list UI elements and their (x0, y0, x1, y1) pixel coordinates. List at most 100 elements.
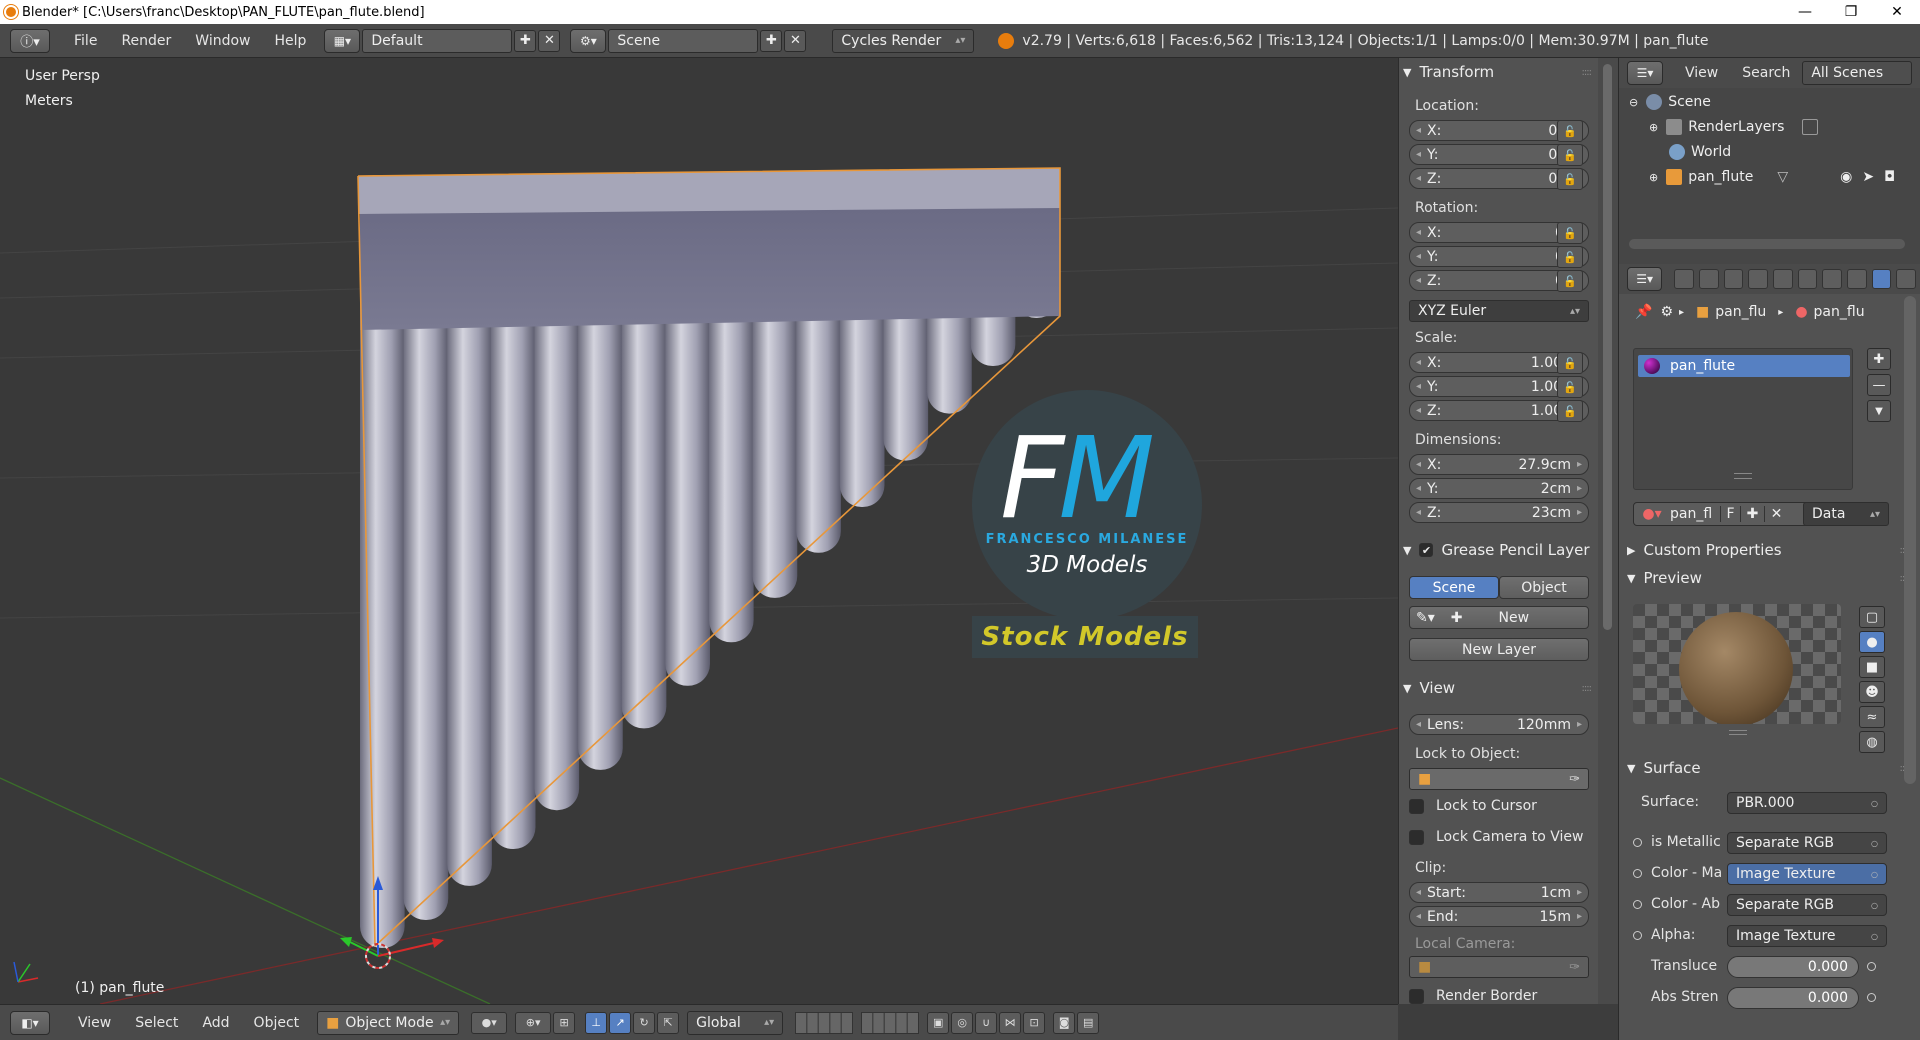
lock-camera-checkbox[interactable]: Lock Camera to View (1409, 829, 1584, 845)
outliner-horizontal-scrollbar[interactable] (1629, 239, 1905, 249)
dimensions-z-field[interactable]: ◂ Z: 23cm ▸ (1409, 502, 1589, 523)
world-tab-icon[interactable] (1748, 269, 1768, 289)
manipulator-toggle-icon[interactable]: ⊥ (585, 1011, 608, 1034)
socket-color-ab-icon[interactable] (1633, 900, 1642, 909)
dimensions-y-field[interactable]: ◂ Y: 2cm ▸ (1409, 478, 1589, 499)
scene-field[interactable]: Scene (608, 28, 759, 53)
visibility-eye-icon[interactable]: ◉ (1840, 169, 1852, 185)
add-layout-icon[interactable]: ✚ (514, 29, 537, 52)
grease-pencil-panel-header[interactable]: ▼ ✔ Grease Pencil Layer (1403, 538, 1595, 562)
snap-target-icon[interactable]: ⊡ (1023, 1011, 1046, 1034)
outliner-item-pan-flute[interactable]: ⊕ pan_flute ▽ ◉ ➤ ◘ (1619, 165, 1920, 189)
screen-layout-field[interactable]: Default (362, 28, 513, 53)
clip-start-field[interactable]: ◂ Start: 1cm ▸ (1409, 882, 1589, 903)
properties-scrollbar[interactable] (1904, 296, 1916, 784)
delete-scene-icon[interactable]: ✕ (784, 29, 807, 52)
maximize-button[interactable]: ❐ (1828, 0, 1874, 24)
expand-plus-icon[interactable]: ⊕ (1649, 121, 1658, 134)
delete-layout-icon[interactable]: ✕ (538, 29, 561, 52)
preview-cube-icon[interactable]: ■ (1859, 656, 1885, 678)
close-button[interactable]: ✕ (1874, 0, 1920, 24)
scene-layers-grid-icon[interactable] (795, 1011, 854, 1034)
drag-grip-icon[interactable]: :::: (1582, 683, 1593, 694)
minimize-button[interactable]: — (1782, 0, 1828, 24)
constraints-tab-icon[interactable] (1797, 269, 1818, 289)
grease-pencil-new-button[interactable]: ✎▾ ✚ New (1409, 606, 1589, 629)
grease-pencil-enable-checkbox[interactable]: ✔ (1419, 543, 1434, 557)
rotation-z-lock-icon[interactable]: 🔓 (1557, 270, 1583, 292)
scale-manipulator-icon[interactable]: ⇱ (657, 1011, 680, 1034)
outliner-filter-select[interactable]: All Scenes (1802, 61, 1913, 85)
add-material-slot-button[interactable]: ✚ (1867, 348, 1891, 370)
render-tab-icon[interactable] (1674, 269, 1695, 289)
material-link-select[interactable]: Data ▴▾ (1803, 502, 1889, 526)
socket-alpha-input[interactable]: Image Texture ○ (1727, 925, 1887, 947)
scale-y-lock-icon[interactable]: 🔓 (1557, 376, 1583, 398)
render-layers-extra-icon[interactable] (1802, 119, 1819, 135)
selectable-cursor-icon[interactable]: ➤ (1862, 169, 1874, 185)
surface-panel-header[interactable]: ▼ Surface :::: (1627, 756, 1913, 780)
custom-properties-header[interactable]: ▶ Custom Properties :::: (1627, 538, 1913, 562)
socket-color-ma-icon[interactable] (1633, 869, 1642, 878)
list-resize-grip-icon[interactable] (1734, 473, 1752, 479)
proportional-edit-icon[interactable]: ◎ (951, 1011, 974, 1034)
grease-pencil-scene-tab[interactable]: Scene (1409, 576, 1499, 599)
properties-editor-type-icon[interactable]: ☰▾ (1627, 267, 1663, 291)
clip-end-field[interactable]: ◂ End: 15m ▸ (1409, 906, 1589, 927)
menu-window[interactable]: Window (183, 33, 262, 49)
drag-grip-icon[interactable]: :::: (1582, 67, 1593, 78)
outliner-menu-search[interactable]: Search (1730, 65, 1802, 81)
socket-is-metallic-input[interactable]: Separate RGB ○ (1727, 832, 1887, 854)
dimensions-x-field[interactable]: ◂ X: 27.9cm ▸ (1409, 454, 1589, 475)
n-panel-scrollbar[interactable] (1598, 58, 1618, 1004)
snap-magnet-icon[interactable]: ∪ (975, 1011, 998, 1034)
location-x-lock-icon[interactable]: 🔓 (1557, 120, 1583, 142)
fake-user-button[interactable]: F (1720, 506, 1740, 522)
render-opengl-icon[interactable]: ◙ (1053, 1011, 1076, 1034)
snap-element-icon[interactable]: ⋈ (999, 1011, 1022, 1034)
modifiers-tab-icon[interactable] (1822, 269, 1842, 289)
menu-help[interactable]: Help (262, 33, 318, 49)
lock-to-object-field[interactable]: ■ ✑ (1409, 768, 1589, 790)
layer-manipulator-icon[interactable]: ⊞ (553, 1011, 576, 1034)
preview-sphere-icon[interactable]: ● (1859, 631, 1885, 653)
location-z-lock-icon[interactable]: 🔓 (1557, 168, 1583, 190)
socket-color-ab-input[interactable]: Separate RGB ○ (1727, 894, 1887, 916)
collapse-minus-icon[interactable]: ⊖ (1629, 96, 1638, 109)
outliner-menu-view[interactable]: View (1673, 65, 1730, 81)
scene-layers-grid-2-icon[interactable] (861, 1011, 920, 1034)
y-manipulator-arrow[interactable] (340, 937, 352, 947)
outliner-item-world[interactable]: World (1619, 140, 1920, 164)
grease-pencil-object-tab[interactable]: Object (1499, 576, 1589, 599)
preview-panel-header[interactable]: ▼ Preview :::: (1627, 566, 1913, 590)
mesh-data-icon[interactable]: ▽ (1777, 169, 1788, 185)
lock-layers-icon[interactable]: ▣ (927, 1011, 950, 1034)
location-y-lock-icon[interactable]: 🔓 (1557, 144, 1583, 166)
outliner-item-renderlayers[interactable]: ⊕ RenderLayers (1619, 115, 1920, 139)
pivot-point-icon[interactable]: ⊕▾ (515, 1011, 552, 1034)
render-engine-select[interactable]: Cycles Render ▴▾ (832, 28, 975, 53)
texture-tab-icon[interactable] (1896, 269, 1916, 289)
outliner-editor-type-icon[interactable]: ☰▾ (1627, 61, 1663, 85)
viewport-shading-icon[interactable]: ●▾ (471, 1011, 508, 1034)
new-layer-button[interactable]: New Layer (1409, 638, 1589, 661)
material-specials-button[interactable]: ▼ (1867, 400, 1891, 422)
transform-panel-header[interactable]: ▼ Transform :::: (1403, 60, 1595, 84)
rotation-x-lock-icon[interactable]: 🔓 (1557, 222, 1583, 244)
translucency-field[interactable]: 0.000 (1727, 956, 1859, 978)
material-slot-pan-flute[interactable]: pan_flute (1638, 355, 1850, 377)
preview-resize-grip-icon[interactable] (1729, 730, 1747, 735)
scene-icon[interactable]: ⚙▾ (570, 28, 607, 53)
transform-orientation-select[interactable]: Global ▴▾ (687, 1010, 784, 1035)
menu-select[interactable]: Select (123, 1015, 190, 1031)
object-tab-icon[interactable] (1772, 269, 1793, 289)
preview-flat-icon[interactable]: ▢ (1859, 606, 1885, 628)
expand-plus-icon[interactable]: ⊕ (1649, 171, 1658, 184)
preview-monkey-icon[interactable]: ☻ (1859, 681, 1885, 703)
socket-is-metallic-icon[interactable] (1633, 838, 1642, 847)
material-browse-icon[interactable]: ●▾ (1634, 506, 1670, 522)
view-panel-header[interactable]: ▼ View :::: (1403, 676, 1595, 700)
translate-manipulator-icon[interactable]: ↗ (609, 1011, 632, 1034)
menu-render[interactable]: Render (109, 33, 183, 49)
menu-add[interactable]: Add (190, 1015, 241, 1031)
